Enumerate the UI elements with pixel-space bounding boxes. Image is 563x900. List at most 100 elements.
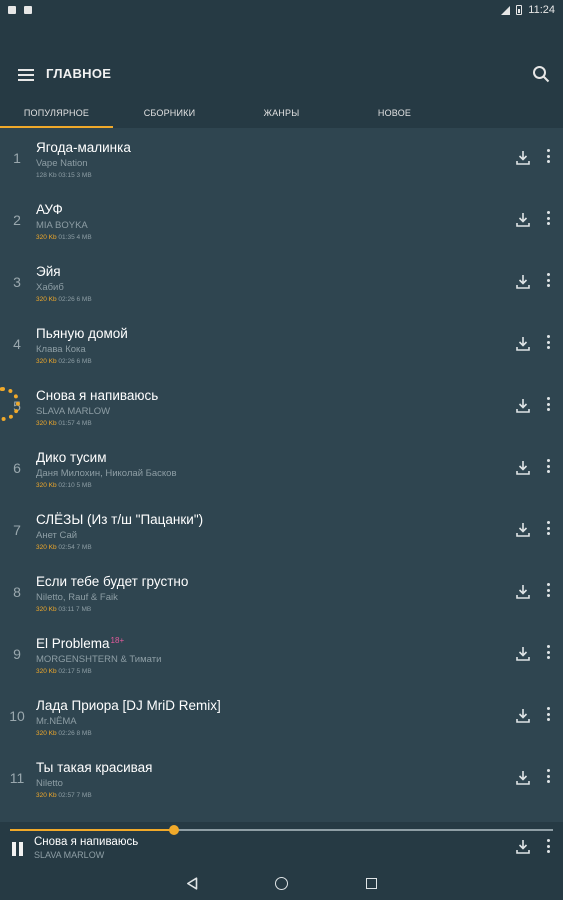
track-row[interactable]: 2 АУФ MIA BOYKA 320 Kb 01:35 4 MB — [0, 190, 563, 252]
battery-icon — [516, 5, 523, 15]
track-title: Ягода-малинка — [36, 140, 131, 155]
more-options-icon[interactable] — [545, 645, 551, 663]
track-row[interactable]: 10 Лада Приора [DJ MriD Remix] Mr.NЁMA 3… — [0, 686, 563, 748]
progress-thumb[interactable] — [168, 825, 179, 835]
track-artist: Даня Милохин, Николай Басков — [36, 468, 177, 479]
track-artist: Vape Nation — [36, 158, 88, 169]
track-list: 1 Ягода-малинка Vape Nation 128 Kb 03:15… — [0, 128, 563, 822]
track-duration: 02:10 — [58, 482, 75, 489]
tab-genres[interactable]: ЖАНРЫ — [225, 98, 338, 128]
track-artist: MIA BOYKA — [36, 220, 88, 231]
download-icon[interactable] — [515, 460, 531, 476]
more-options-icon[interactable] — [545, 839, 551, 857]
track-title: Дико тусим — [36, 450, 107, 465]
track-meta: 320 Kb 02:17 5 MB — [36, 668, 92, 675]
track-title: СЛЁЗЫ (Из т/ш "Пацанки") — [36, 512, 204, 527]
mini-player[interactable]: Снова я напиваюсь SLAVA MARLOW — [0, 822, 563, 867]
track-duration: 02:26 — [58, 730, 75, 737]
track-title: Лада Приора [DJ MriD Remix] — [36, 698, 221, 713]
search-icon[interactable] — [532, 65, 550, 83]
track-row[interactable]: 1 Ягода-малинка Vape Nation 128 Kb 03:15… — [0, 128, 563, 190]
download-icon[interactable] — [515, 839, 531, 855]
more-options-icon[interactable] — [545, 459, 551, 477]
player-track-artist: SLAVA MARLOW — [34, 850, 105, 860]
track-number: 8 — [13, 584, 21, 600]
track-meta: 320 Kb 02:26 8 MB — [36, 730, 92, 737]
explicit-badge: 18+ — [110, 636, 125, 645]
track-bitrate: 128 Kb — [36, 172, 57, 179]
track-duration: 03:11 — [58, 606, 75, 613]
more-options-icon[interactable] — [545, 707, 551, 725]
download-icon[interactable] — [515, 770, 531, 786]
track-meta: 320 Kb 02:26 6 MB — [36, 358, 92, 365]
tab-new[interactable]: НОВОЕ — [338, 98, 451, 128]
track-row[interactable]: 4 Пьяную домой Клава Кока 320 Kb 02:26 6… — [0, 314, 563, 376]
track-row[interactable]: 7 СЛЁЗЫ (Из т/ш "Пацанки") Анет Сай 320 … — [0, 500, 563, 562]
track-title: Пьяную домой — [36, 326, 128, 341]
track-bitrate: 320 Kb — [36, 420, 57, 427]
track-artist: MORGENSHTERN & Тимати — [36, 654, 162, 665]
download-icon[interactable] — [515, 584, 531, 600]
download-icon[interactable] — [515, 646, 531, 662]
track-meta: 320 Kb 01:57 4 MB — [36, 420, 92, 427]
home-icon[interactable] — [275, 877, 288, 890]
track-meta: 320 Kb 02:26 6 MB — [36, 296, 92, 303]
notification-sd-icon — [8, 6, 16, 14]
track-duration: 02:26 — [58, 296, 75, 303]
track-row[interactable]: 8 Если тебе будет грустно Niletto, Rauf … — [0, 562, 563, 624]
recents-icon[interactable] — [366, 878, 377, 889]
progress-bar[interactable] — [10, 825, 553, 835]
track-row[interactable]: 5 Снова я напиваюсь SLAVA MARLOW 320 Kb … — [0, 376, 563, 438]
more-options-icon[interactable] — [545, 397, 551, 415]
hamburger-menu-icon[interactable] — [18, 69, 34, 81]
track-meta: 128 Kb 03:15 3 MB — [36, 172, 92, 179]
more-options-icon[interactable] — [545, 769, 551, 787]
more-options-icon[interactable] — [545, 521, 551, 539]
track-meta: 320 Kb 02:57 7 MB — [36, 792, 92, 799]
tab-bar: ПОПУЛЯРНОЕ СБОРНИКИ ЖАНРЫ НОВОЕ — [0, 98, 563, 128]
track-number: 7 — [13, 522, 21, 538]
tab-collections[interactable]: СБОРНИКИ — [113, 98, 226, 128]
track-row[interactable]: 11 Ты такая красивая Niletto 320 Kb 02:5… — [0, 748, 563, 810]
track-bitrate: 320 Kb — [36, 792, 57, 799]
more-options-icon[interactable] — [545, 583, 551, 601]
track-number: 2 — [13, 212, 21, 228]
track-row[interactable]: 6 Дико тусим Даня Милохин, Николай Баско… — [0, 438, 563, 500]
more-options-icon[interactable] — [545, 149, 551, 167]
track-size: 6 MB — [76, 296, 92, 303]
track-row[interactable]: 9 El Problema18+ MORGENSHTERN & Тимати 3… — [0, 624, 563, 686]
track-artist: Niletto — [36, 778, 63, 789]
more-options-icon[interactable] — [545, 335, 551, 353]
download-icon[interactable] — [515, 274, 531, 290]
track-artist: SLAVA MARLOW — [36, 406, 111, 417]
download-icon[interactable] — [515, 336, 531, 352]
status-notifications — [8, 6, 32, 14]
signal-icon — [501, 5, 511, 15]
download-icon[interactable] — [515, 398, 531, 414]
status-time: 11:24 — [528, 4, 555, 16]
more-options-icon[interactable] — [545, 273, 551, 291]
download-icon[interactable] — [515, 150, 531, 166]
track-size: 7 MB — [76, 792, 92, 799]
track-bitrate: 320 Kb — [36, 358, 57, 365]
track-number: 6 — [13, 460, 21, 476]
track-title: Снова я напиваюсь — [36, 388, 159, 403]
track-artist: Mr.NЁMA — [36, 716, 77, 727]
page-title: ГЛАВНОЕ — [46, 66, 112, 81]
track-duration: 02:26 — [58, 358, 75, 365]
more-options-icon[interactable] — [545, 211, 551, 229]
track-row[interactable]: 3 Эйя Хабиб 320 Kb 02:26 6 MB — [0, 252, 563, 314]
track-number: 10 — [9, 708, 25, 724]
track-bitrate: 320 Kb — [36, 296, 57, 303]
download-icon[interactable] — [515, 212, 531, 228]
track-number: 3 — [13, 274, 21, 290]
track-meta: 320 Kb 01:35 4 MB — [36, 234, 92, 241]
track-artist: Клава Кока — [36, 344, 86, 355]
download-icon[interactable] — [515, 708, 531, 724]
download-icon[interactable] — [515, 522, 531, 538]
track-duration: 02:54 — [58, 544, 75, 551]
back-icon[interactable] — [186, 877, 198, 890]
pause-icon[interactable] — [12, 842, 24, 856]
track-size: 5 MB — [76, 482, 92, 489]
tab-popular[interactable]: ПОПУЛЯРНОЕ — [0, 98, 113, 128]
